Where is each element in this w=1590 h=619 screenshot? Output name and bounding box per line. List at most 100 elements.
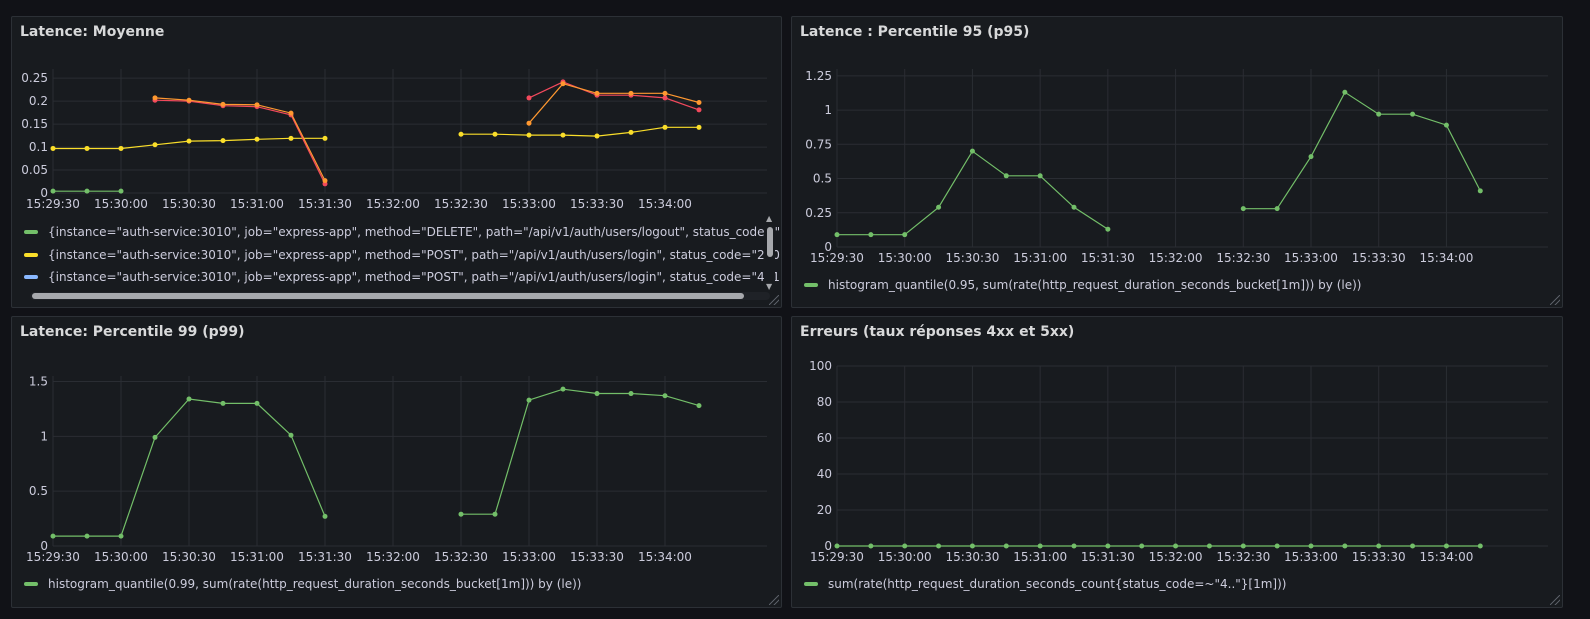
y-tick-label: 0.2 [29, 94, 48, 108]
data-point [1037, 173, 1043, 179]
x-tick-label: 15:30:30 [162, 550, 216, 564]
data-point [936, 204, 942, 210]
x-tick-label: 15:32:00 [1149, 550, 1203, 564]
data-point [1071, 204, 1077, 210]
x-tick-label: 15:34:00 [638, 197, 692, 211]
resize-handle-icon[interactable] [1550, 295, 1560, 305]
series-swatch-green [24, 582, 38, 586]
data-point [118, 533, 124, 539]
x-tick-label: 15:33:30 [1352, 251, 1406, 265]
data-point [186, 97, 192, 103]
data-point [1071, 543, 1077, 549]
y-tick-label: 1 [824, 103, 832, 117]
legend: sum(rate(http_request_duration_seconds_c… [792, 574, 1562, 598]
data-point [1342, 543, 1348, 549]
y-tick-label: 1.25 [805, 69, 832, 83]
legend-item[interactable]: sum(rate(http_request_duration_seconds_c… [804, 574, 1286, 594]
data-point [696, 100, 702, 106]
data-point [662, 95, 668, 101]
legend-horizontal-scrollbar[interactable] [30, 292, 770, 300]
legend-item[interactable]: {instance="auth-service:3010", job="expr… [24, 245, 781, 265]
x-tick-label: 15:30:30 [162, 197, 216, 211]
scrollbar-thumb[interactable] [767, 227, 773, 257]
x-tick-label: 15:34:00 [1419, 251, 1473, 265]
data-point [594, 90, 600, 96]
x-tick-label: 15:33:00 [1284, 550, 1338, 564]
data-point [594, 133, 600, 139]
x-tick-label: 15:32:00 [366, 550, 420, 564]
legend-item[interactable]: histogram_quantile(0.99, sum(rate(http_r… [24, 574, 581, 594]
data-point [1410, 111, 1416, 117]
data-point [662, 124, 668, 130]
x-tick-label: 15:30:00 [878, 550, 932, 564]
data-point [1443, 122, 1449, 128]
data-point [1342, 89, 1348, 95]
data-point [288, 135, 294, 141]
data-point [118, 145, 124, 151]
legend-item[interactable]: {instance="auth-service:3010", job="expr… [24, 267, 781, 287]
chart-latency-p99: 00.511.515:29:30 15:30:00 15:30:30 15:31:00… [26, 374, 767, 564]
data-point [696, 107, 702, 113]
y-tick-label: 80 [817, 395, 832, 409]
data-point [1003, 173, 1009, 179]
legend: histogram_quantile(0.99, sum(rate(http_r… [12, 574, 781, 598]
series-line [461, 388, 700, 515]
y-tick-label: 1 [40, 429, 48, 443]
data-point [152, 434, 158, 440]
y-tick-label: 0.5 [29, 484, 48, 498]
series-line [528, 83, 700, 124]
data-point [594, 391, 600, 397]
y-tick-label: 0.05 [21, 163, 48, 177]
data-point [322, 513, 328, 519]
x-tick-label: 15:33:30 [570, 550, 624, 564]
data-point [696, 124, 702, 130]
data-point [288, 110, 294, 116]
data-point [50, 533, 56, 539]
data-point [1240, 543, 1246, 549]
series-line [154, 97, 326, 181]
resize-handle-icon[interactable] [769, 295, 779, 305]
y-tick-label: 0.15 [21, 117, 48, 131]
legend-item[interactable]: histogram_quantile(0.95, sum(rate(http_r… [804, 275, 1361, 295]
panel-latency-p99[interactable]: Latence: Percentile 99 (p99) 0 0.5 1 1.5 15:… [11, 316, 782, 608]
data-point [254, 102, 260, 108]
x-tick-label: 15:30:00 [94, 550, 148, 564]
resize-handle-icon[interactable] [769, 595, 779, 605]
scrollbar-thumb[interactable] [32, 293, 744, 299]
panel-latency-average[interactable]: Latence: Moyenne 0 0.05 0.1 0.15 0.2 0.25 15:2… [11, 16, 782, 308]
data-point [84, 188, 90, 194]
x-tick-label: 15:31:30 [1081, 251, 1135, 265]
data-point [254, 136, 260, 142]
legend-item[interactable]: {instance="auth-service:3010", job="expr… [24, 222, 781, 242]
data-point [526, 95, 532, 101]
data-point [902, 232, 908, 238]
data-point [152, 142, 158, 148]
data-point [936, 543, 942, 549]
data-point [220, 138, 226, 144]
data-point [1105, 226, 1111, 232]
data-point [118, 188, 124, 194]
x-tick-label: 15:30:00 [94, 197, 148, 211]
resize-handle-icon[interactable] [1550, 595, 1560, 605]
data-point [50, 145, 56, 151]
data-point [1477, 543, 1483, 549]
x-tick-label: 15:29:30 [26, 197, 80, 211]
data-point [458, 511, 464, 517]
data-point [628, 391, 634, 397]
data-point [1274, 206, 1280, 212]
legend-vertical-scrollbar[interactable]: ▲ ▼ [765, 215, 775, 291]
data-point [84, 145, 90, 151]
x-tick-label: 15:33:00 [1284, 251, 1338, 265]
scroll-down-icon[interactable]: ▼ [766, 283, 772, 291]
x-tick-label: 15:34:00 [1419, 550, 1473, 564]
panel-errors[interactable]: Erreurs (taux réponses 4xx et 5xx) 0 20 40… [791, 316, 1563, 608]
data-point [1308, 154, 1314, 160]
data-point [322, 178, 328, 184]
x-tick-label: 15:31:30 [298, 550, 352, 564]
panel-latency-p95[interactable]: Latence : Percentile 95 (p95) 0 0.25 0.5 0.… [791, 16, 1563, 308]
scroll-up-icon[interactable]: ▲ [766, 215, 772, 223]
data-point [696, 403, 702, 409]
x-tick-label: 15:29:30 [26, 550, 80, 564]
data-point [1105, 543, 1111, 549]
data-point [186, 396, 192, 402]
